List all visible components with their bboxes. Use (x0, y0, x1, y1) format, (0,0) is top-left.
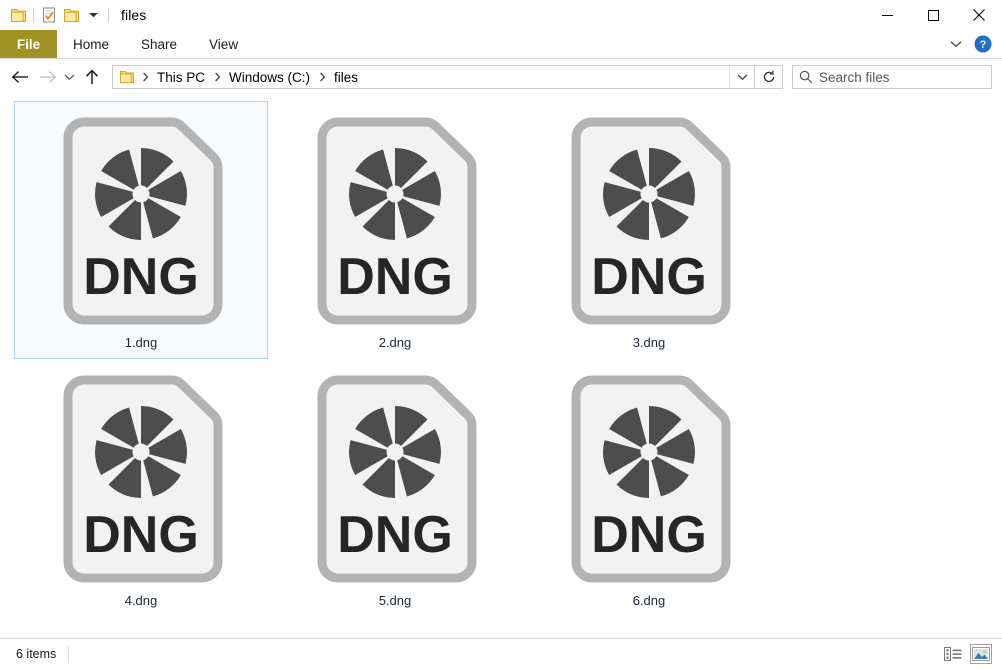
file-explorer-window: files File Home Share View ? This PC Win… (0, 0, 1002, 668)
details-view-button[interactable] (942, 644, 964, 664)
file-tile[interactable]: DNG 3.dng (522, 101, 776, 359)
file-tile[interactable]: DNG 6.dng (522, 359, 776, 617)
breadcrumb-folder-icon (116, 66, 138, 88)
back-button[interactable] (8, 65, 32, 89)
help-icon[interactable]: ? (974, 35, 992, 53)
dng-type-label: DNG (591, 248, 707, 306)
dng-file-icon: DNG (560, 366, 738, 592)
file-name-label: 3.dng (632, 335, 666, 350)
close-button[interactable] (956, 0, 1002, 30)
dng-file-icon: DNG (306, 108, 484, 334)
dng-file-icon: DNG (52, 366, 230, 592)
tab-view[interactable]: View (193, 30, 254, 58)
breadcrumb: This PC Windows (C:) files (138, 70, 729, 85)
file-tile[interactable]: DNG 2.dng (268, 101, 522, 359)
dng-type-label: DNG (591, 506, 707, 564)
qat-separator-1 (33, 8, 34, 22)
icon-grid: DNG 1.dng DNG 2.dng DNG 3.dng DNG 4.dng … (14, 101, 1002, 617)
breadcrumb-bar[interactable]: This PC Windows (C:) files (112, 65, 755, 89)
ribbon-right-controls: ? (946, 30, 998, 58)
quick-access-toolbar (0, 4, 113, 26)
breadcrumb-chevron-icon[interactable] (138, 72, 152, 82)
svg-text:?: ? (980, 39, 987, 51)
chevron-down-icon[interactable] (82, 4, 104, 26)
breadcrumb-chevron-icon[interactable] (315, 72, 329, 82)
window-title: files (121, 7, 147, 23)
breadcrumb-item-windows-c[interactable]: Windows (C:) (224, 70, 315, 85)
item-count-label: 6 items (16, 646, 57, 661)
tab-share[interactable]: Share (125, 30, 193, 58)
dng-file-icon: DNG (306, 366, 484, 592)
qat-separator-2 (108, 8, 109, 22)
dng-type-label: DNG (337, 248, 453, 306)
large-icons-view-button[interactable] (970, 644, 992, 664)
properties-icon[interactable] (38, 4, 60, 26)
refresh-button[interactable] (755, 65, 783, 89)
search-box[interactable]: Search files (792, 65, 992, 89)
file-name-label: 6.dng (632, 593, 666, 608)
address-bar: This PC Windows (C:) files Search files (0, 59, 1002, 95)
recent-locations-chevron-down-icon[interactable] (60, 65, 78, 89)
search-icon (793, 70, 819, 84)
folder-icon[interactable] (7, 4, 29, 26)
caption-buttons (864, 0, 1002, 30)
breadcrumb-item-files[interactable]: files (329, 70, 363, 85)
expand-ribbon-chevron-down-icon[interactable] (946, 34, 966, 54)
file-tile[interactable]: DNG 5.dng (268, 359, 522, 617)
ribbon-tab-bar: File Home Share View ? (0, 30, 1002, 59)
dng-type-label: DNG (337, 506, 453, 564)
view-mode-buttons (942, 639, 992, 669)
file-name-label: 1.dng (124, 335, 158, 350)
dng-file-icon: DNG (52, 108, 230, 334)
title-bar: files (0, 0, 1002, 30)
address-dropdown-chevron-down-icon[interactable] (729, 66, 754, 88)
breadcrumb-item-this-pc[interactable]: This PC (152, 70, 210, 85)
file-tile[interactable]: DNG 4.dng (14, 359, 268, 617)
file-tile[interactable]: DNG 1.dng (14, 101, 268, 359)
file-name-label: 4.dng (124, 593, 158, 608)
search-input[interactable]: Search files (819, 70, 890, 85)
tab-home[interactable]: Home (57, 30, 125, 58)
dng-type-label: DNG (83, 506, 199, 564)
dng-type-label: DNG (83, 248, 199, 306)
forward-button[interactable] (36, 65, 60, 89)
up-button[interactable] (80, 65, 104, 89)
status-separator (68, 645, 70, 662)
status-bar: 6 items (0, 638, 1002, 668)
dng-file-icon: DNG (560, 108, 738, 334)
new-folder-icon[interactable] (60, 4, 82, 26)
file-list-area[interactable]: DNG 1.dng DNG 2.dng DNG 3.dng DNG 4.dng … (0, 95, 1002, 638)
breadcrumb-chevron-icon[interactable] (210, 72, 224, 82)
maximize-button[interactable] (910, 0, 956, 30)
minimize-button[interactable] (864, 0, 910, 30)
file-name-label: 2.dng (378, 335, 412, 350)
file-name-label: 5.dng (378, 593, 412, 608)
tab-file[interactable]: File (0, 30, 57, 58)
